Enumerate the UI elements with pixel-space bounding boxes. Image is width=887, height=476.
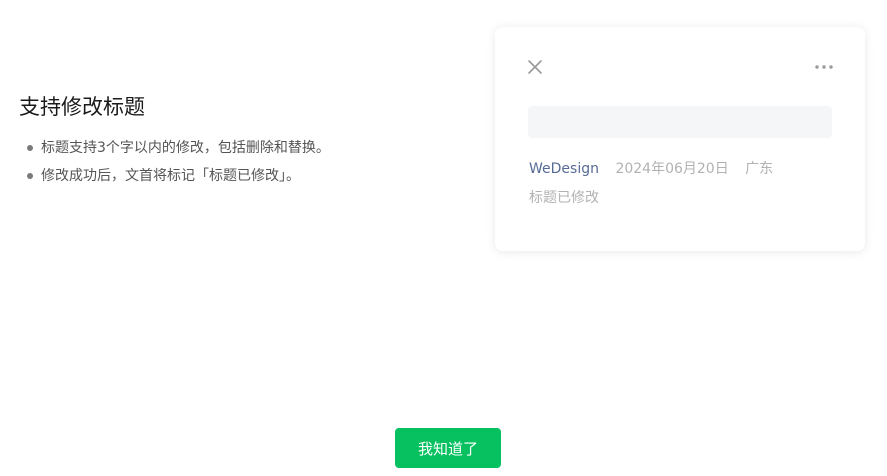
article-meta: WeDesign 2024年06月20日 广东 [529, 158, 773, 180]
feature-title: 支持修改标题 [19, 95, 145, 119]
got-it-button[interactable]: 我知道了 [395, 428, 501, 468]
bullet-dot-icon [27, 173, 33, 179]
feature-intro: 支持修改标题 标题支持3个字以内的修改，包括删除和替换。 修改成功后，文首将标记… [19, 92, 459, 190]
article-preview-card: WeDesign 2024年06月20日 广东 标题已修改 [495, 27, 865, 251]
author-link[interactable]: WeDesign [529, 161, 599, 177]
bullet-dot-icon [27, 145, 33, 151]
feature-bullet: 修改成功后，文首将标记「标题已修改」。 [19, 162, 459, 190]
feature-bullet-text: 标题支持3个字以内的修改，包括删除和替换。 [41, 140, 330, 156]
feature-bullet: 标题支持3个字以内的修改，包括删除和替换。 [19, 134, 459, 162]
close-icon[interactable] [525, 57, 545, 77]
publish-date: 2024年06月20日 [615, 161, 729, 177]
article-title-input[interactable] [528, 106, 832, 138]
feature-bullet-list: 标题支持3个字以内的修改，包括删除和替换。 修改成功后，文首将标记「标题已修改」… [19, 134, 459, 190]
title-modified-label: 标题已修改 [529, 190, 599, 206]
publish-location: 广东 [745, 161, 774, 177]
feature-bullet-text: 修改成功后，文首将标记「标题已修改」。 [41, 168, 300, 184]
more-horizontal-icon[interactable] [813, 57, 835, 77]
tip-page: 支持修改标题 标题支持3个字以内的修改，包括删除和替换。 修改成功后，文首将标记… [0, 0, 887, 476]
